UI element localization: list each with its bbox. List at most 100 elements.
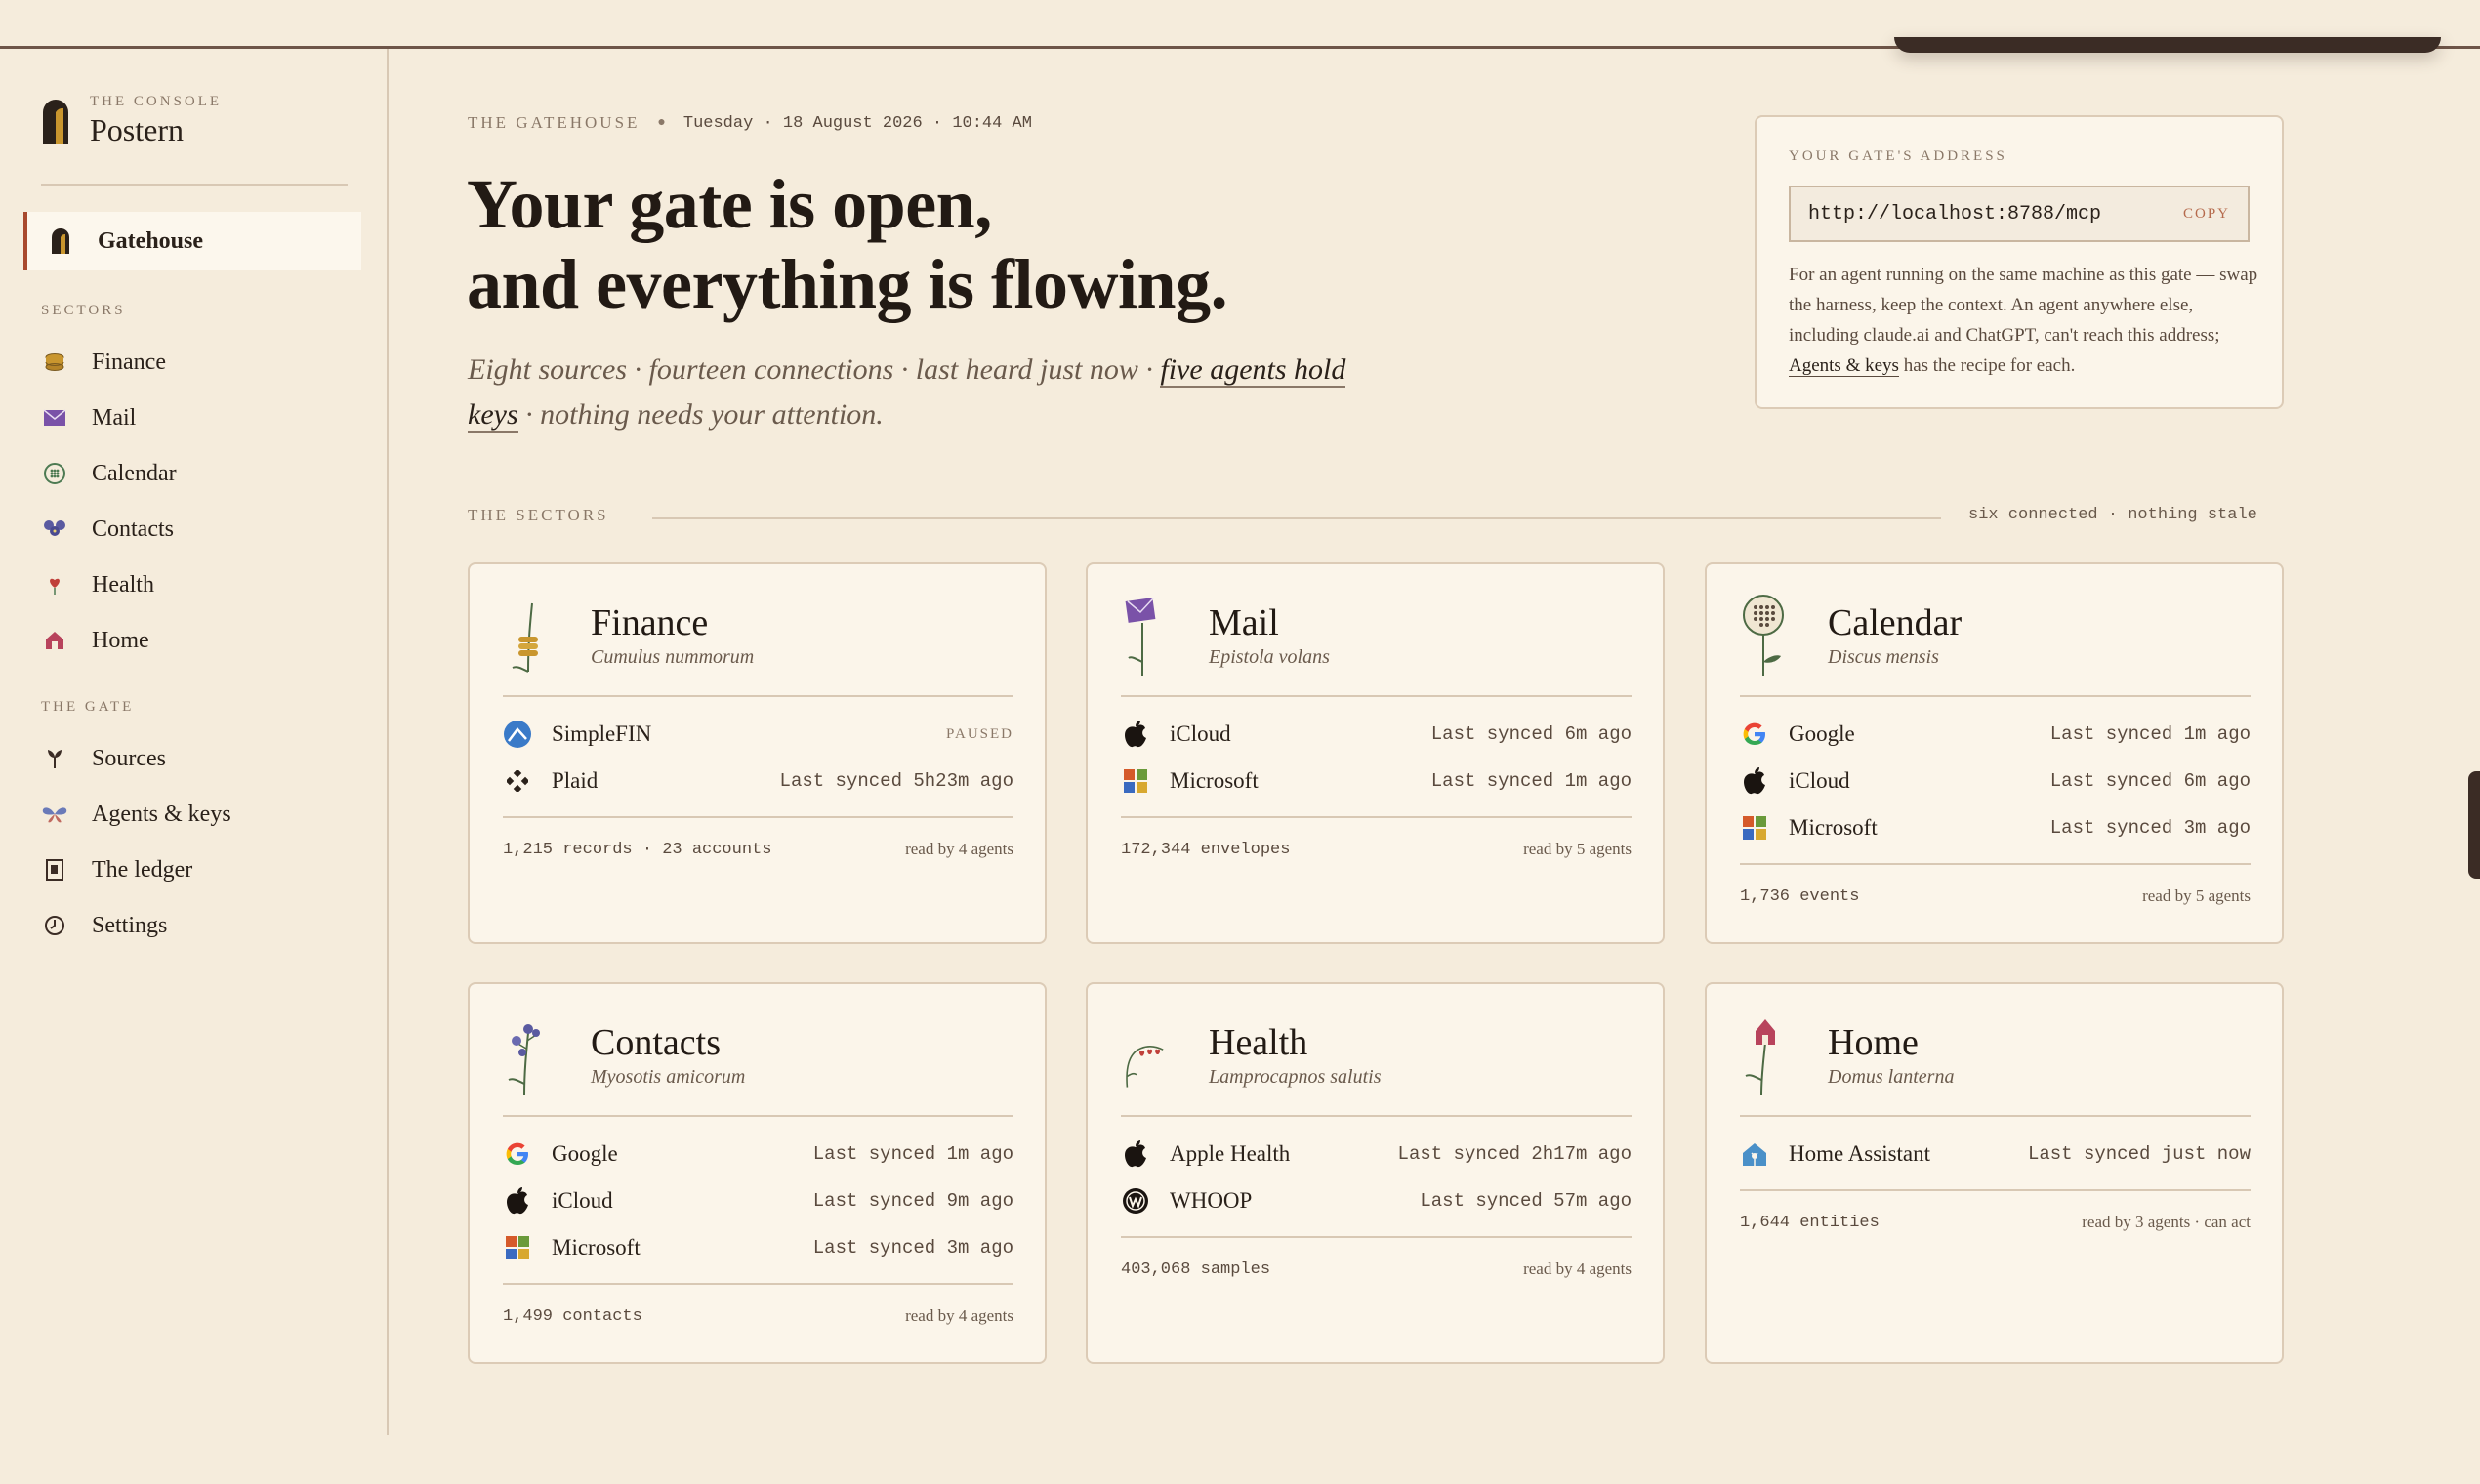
flying-letter-flower-icon — [1125, 598, 1156, 676]
source-row[interactable]: Home Assistant Last synced just now — [1740, 1134, 2251, 1174]
sidebar-item-finance[interactable]: Finance — [41, 343, 166, 382]
card-latin-name: Discus mensis — [1828, 645, 1939, 668]
desc-text: For an agent running on the same machine… — [1789, 265, 2258, 346]
sector-card-finance[interactable]: Finance Cumulus nummorum SimpleFIN PAUSE… — [468, 562, 1047, 944]
sync-status: Last synced 57m ago — [1420, 1190, 1632, 1212]
address-field[interactable]: http://localhost:8788/mcp COPY — [1789, 186, 2250, 242]
card-name: Mail — [1209, 601, 1279, 643]
address-url[interactable]: http://localhost:8788/mcp — [1808, 203, 2101, 226]
divider — [1740, 1189, 2251, 1191]
sidebar-item-agents-keys[interactable]: Agents & keys — [41, 795, 231, 834]
brand-kicker: THE CONSOLE — [90, 94, 223, 109]
sidebar-item-label: Agents & keys — [92, 801, 231, 827]
whoop-icon — [1121, 1186, 1150, 1216]
postern-logo-icon — [43, 100, 68, 144]
sidebar-item-settings[interactable]: Settings — [41, 906, 167, 945]
sector-card-home[interactable]: Home Domus lanterna Home Assistant Last … — [1705, 982, 2284, 1364]
source-row[interactable]: Microsoft Last synced 3m ago — [503, 1228, 1013, 1267]
source-row[interactable]: SimpleFIN PAUSED — [503, 715, 1013, 754]
coin-stack-flower-icon — [512, 602, 538, 673]
copy-button[interactable]: COPY — [2183, 206, 2230, 223]
sidebar-item-label: Contacts — [92, 515, 174, 542]
forget-me-not-icon — [508, 1024, 540, 1095]
sector-card-mail[interactable]: Mail Epistola volans iCloud Last synced … — [1086, 562, 1665, 944]
sidebar-item-health[interactable]: Health — [41, 565, 154, 604]
card-title: YOUR GATE'S ADDRESS — [1789, 148, 2007, 164]
title-line-1: Your gate is open, — [467, 165, 992, 243]
source-name: iCloud — [1170, 721, 1231, 746]
reader-count: read by 5 agents — [2142, 886, 2251, 905]
card-latin-name: Epistola volans — [1209, 645, 1330, 668]
source-name: iCloud — [1789, 768, 1850, 793]
record-count: 1,215 records · 23 accounts — [503, 840, 772, 859]
divider — [1121, 1115, 1632, 1117]
divider — [41, 184, 348, 186]
sidebar-item-label: The ledger — [92, 856, 193, 883]
divider — [503, 816, 1013, 818]
side-panel-handle[interactable] — [2468, 771, 2480, 879]
sync-status: Last synced 6m ago — [1430, 723, 1632, 745]
card-name: Home — [1828, 1021, 1919, 1063]
reader-count: read by 5 agents — [1523, 840, 1632, 858]
brand[interactable]: THE CONSOLE Postern — [41, 94, 222, 148]
separator-dot: ● — [657, 115, 666, 130]
source-row[interactable]: Apple Health Last synced 2h17m ago — [1121, 1134, 1632, 1174]
sidebar-item-contacts[interactable]: Contacts — [41, 510, 174, 549]
source-row[interactable]: iCloud Last synced 9m ago — [503, 1181, 1013, 1220]
sidebar-item-mail[interactable]: Mail — [41, 398, 136, 437]
sync-status: Last synced 1m ago — [1430, 770, 1632, 792]
gate-heading: THE GATE — [41, 699, 135, 715]
source-row[interactable]: Plaid Last synced 5h23m ago — [503, 762, 1013, 801]
coins-icon — [41, 349, 68, 376]
source-row[interactable]: Google Last synced 1m ago — [503, 1134, 1013, 1174]
ledger-icon — [41, 856, 68, 884]
breadcrumb: THE GATEHOUSE ● Tuesday · 18 August 2026… — [468, 113, 1032, 133]
sync-status: Last synced 5h23m ago — [779, 770, 1013, 792]
gate-icon — [47, 227, 74, 255]
bleeding-heart-icon — [1126, 1046, 1164, 1088]
card-name: Contacts — [591, 1021, 721, 1063]
sidebar-item-calendar[interactable]: Calendar — [41, 454, 177, 493]
source-name: WHOOP — [1170, 1188, 1253, 1213]
divider — [1121, 1236, 1632, 1238]
source-row[interactable]: Microsoft Last synced 3m ago — [1740, 808, 2251, 847]
sidebar-item-home[interactable]: Home — [41, 621, 149, 660]
sidebar: THE CONSOLE Postern Gatehouse SECTORS Fi… — [0, 49, 389, 1435]
source-row[interactable]: Google Last synced 1m ago — [1740, 715, 2251, 754]
source-name: Microsoft — [1170, 768, 1259, 793]
clock-gear-icon — [41, 912, 68, 939]
divider — [503, 1283, 1013, 1285]
agents-keys-link[interactable]: Agents & keys — [1789, 355, 1899, 377]
envelope-icon — [41, 404, 68, 432]
sector-card-calendar[interactable]: Calendar Discus mensis Google Last synce… — [1705, 562, 2284, 944]
sync-status: Last synced 2h17m ago — [1397, 1143, 1632, 1165]
sidebar-item-sources[interactable]: Sources — [41, 739, 166, 778]
sidebar-item-gatehouse[interactable]: Gatehouse — [23, 212, 361, 270]
calendar-disc-flower-icon — [1743, 595, 1784, 676]
divider — [1121, 816, 1632, 818]
microsoft-icon — [1740, 813, 1769, 843]
source-name: Home Assistant — [1789, 1141, 1931, 1166]
record-count: 403,068 samples — [1121, 1259, 1271, 1279]
desc-text-end: has the recipe for each. — [1898, 355, 2076, 376]
top-drawer-handle[interactable] — [1894, 37, 2441, 53]
source-name: Plaid — [552, 768, 599, 793]
sector-card-contacts[interactable]: Contacts Myosotis amicorum Google Last s… — [468, 982, 1047, 1364]
source-row[interactable]: Microsoft Last synced 1m ago — [1121, 762, 1632, 801]
sprout-icon — [41, 745, 68, 772]
sidebar-item-ledger[interactable]: The ledger — [41, 850, 192, 889]
sidebar-item-label: Calendar — [92, 460, 177, 486]
page-title: Your gate is open, and everything is flo… — [467, 164, 1228, 324]
source-row[interactable]: WHOOP Last synced 57m ago — [1121, 1181, 1632, 1220]
sidebar-item-label: Settings — [92, 912, 168, 938]
sidebar-item-label: Finance — [92, 349, 166, 375]
source-name: iCloud — [552, 1188, 613, 1213]
source-row[interactable]: iCloud Last synced 6m ago — [1121, 715, 1632, 754]
house-lantern-flower-icon — [1745, 1019, 1775, 1095]
source-row[interactable]: iCloud Last synced 6m ago — [1740, 762, 2251, 801]
heart-flower-icon — [41, 571, 68, 598]
sector-card-health[interactable]: Health Lamprocapnos salutis Apple Health… — [1086, 982, 1665, 1364]
apple-icon — [503, 1186, 532, 1216]
house-icon — [41, 627, 68, 654]
divider — [1740, 863, 2251, 865]
